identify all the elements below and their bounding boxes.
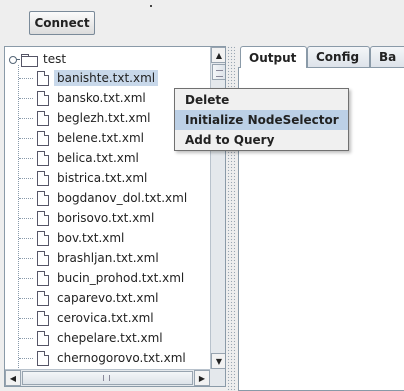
file-icon — [37, 330, 49, 346]
tree-item-label: bansko.txt.xml — [57, 91, 146, 105]
tree-root-label: test — [43, 52, 67, 66]
file-icon — [37, 150, 49, 166]
tree-item-label: bov.txt.xml — [57, 231, 125, 245]
tree-item[interactable]: belene.txt.xml — [19, 128, 147, 148]
file-icon — [37, 70, 49, 86]
toolbar: Connect — [0, 0, 404, 40]
horizontal-scroll-thumb[interactable] — [22, 371, 193, 385]
tree-item[interactable]: bogdanov_dol.txt.xml — [19, 188, 190, 208]
file-icon — [37, 170, 49, 186]
toolbar-dot — [150, 5, 152, 7]
tree-item[interactable]: bistrica.txt.xml — [19, 168, 150, 188]
file-icon — [37, 130, 49, 146]
scroll-down-arrow-icon[interactable]: ▼ — [211, 353, 225, 369]
context-menu: Delete Initialize NodeSelector Add to Qu… — [174, 88, 349, 151]
menu-item-initialize-nodeselector[interactable]: Initialize NodeSelector — [175, 110, 348, 130]
tree-item-label: belene.txt.xml — [57, 131, 144, 145]
tree-item-label: brashljan.txt.xml — [57, 251, 159, 265]
tree-item-label: caparevo.txt.xml — [57, 291, 159, 305]
tree-item-label: cerovica.txt.xml — [57, 311, 154, 325]
tab-third[interactable]: Ba — [370, 46, 404, 67]
tree-item-label: banishte.txt.xml — [54, 70, 159, 86]
tree-item[interactable]: cerovica.txt.xml — [19, 308, 157, 328]
menu-item-delete[interactable]: Delete — [175, 90, 348, 110]
tree-item[interactable]: banishte.txt.xml — [19, 68, 159, 88]
horizontal-scrollbar[interactable]: ◀ ▶ — [5, 369, 225, 386]
tree-item-label: bistrica.txt.xml — [57, 171, 148, 185]
scroll-left-arrow-icon[interactable]: ◀ — [5, 370, 21, 386]
tree-item-label: borisovo.txt.xml — [57, 211, 155, 225]
connect-button[interactable]: Connect — [29, 11, 95, 35]
scroll-corner — [210, 369, 225, 386]
tree-item-label: belica.txt.xml — [57, 151, 139, 165]
tree-item-label: bogdanov_dol.txt.xml — [57, 191, 188, 205]
file-icon — [37, 290, 49, 306]
tree-item-label: chernogorovo.txt.xml — [57, 351, 186, 365]
file-icon — [37, 110, 49, 126]
menu-item-add-to-query[interactable]: Add to Query — [175, 130, 348, 150]
tree-item-label: beglezh.txt.xml — [57, 111, 151, 125]
tree-item[interactable]: bansko.txt.xml — [19, 88, 149, 108]
tab-output[interactable]: Output — [240, 46, 307, 68]
tree-item[interactable]: belica.txt.xml — [19, 148, 142, 168]
scroll-right-arrow-icon[interactable]: ▶ — [194, 370, 210, 386]
scroll-up-arrow-icon[interactable]: ▲ — [211, 47, 225, 63]
tree-root-node[interactable]: test — [5, 49, 69, 69]
folder-icon — [21, 53, 38, 67]
file-icon — [37, 190, 49, 206]
tree-item-label: bucin_prohod.txt.xml — [57, 271, 185, 285]
tree-item[interactable]: bucin_prohod.txt.xml — [19, 268, 187, 288]
file-icon — [37, 250, 49, 266]
tree-item[interactable]: chepelare.txt.xml — [19, 328, 166, 348]
file-icon — [37, 90, 49, 106]
file-icon — [37, 310, 49, 326]
file-icon — [37, 210, 49, 226]
tree-item[interactable]: brashljan.txt.xml — [19, 248, 162, 268]
file-icon — [37, 270, 49, 286]
expand-toggle-icon[interactable] — [9, 54, 20, 64]
tree-item-label: chepelare.txt.xml — [57, 331, 163, 345]
tree-item[interactable]: borisovo.txt.xml — [19, 208, 157, 228]
file-icon — [37, 230, 49, 246]
file-icon — [37, 350, 49, 366]
tree-item[interactable]: caparevo.txt.xml — [19, 288, 161, 308]
tree-item[interactable]: beglezh.txt.xml — [19, 108, 154, 128]
vertical-scroll-thumb[interactable] — [212, 64, 225, 80]
tab-config[interactable]: Config — [307, 46, 370, 67]
tree-item[interactable]: bov.txt.xml — [19, 228, 127, 248]
tree-item[interactable]: chernogorovo.txt.xml — [19, 348, 189, 368]
